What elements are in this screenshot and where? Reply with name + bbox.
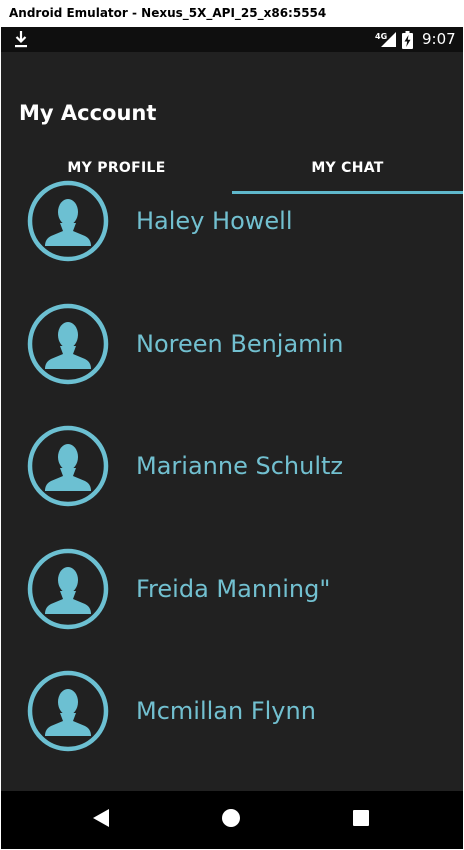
home-button[interactable] xyxy=(201,791,261,849)
home-icon xyxy=(221,808,241,833)
app-bar: My Account MY PROFILE MY CHAT xyxy=(1,52,463,194)
person-avatar-icon xyxy=(27,670,109,752)
status-bar: 4G 9:07 xyxy=(1,27,463,52)
recents-icon xyxy=(352,809,370,832)
list-item[interactable]: Mcmillan Flynn xyxy=(1,660,463,782)
person-avatar-icon xyxy=(27,303,109,385)
person-avatar-icon xyxy=(27,548,109,630)
list-item[interactable]: Freida Manning" xyxy=(1,538,463,660)
network-label: 4G xyxy=(375,32,387,41)
download-icon xyxy=(14,30,28,53)
status-time: 9:07 xyxy=(422,30,456,48)
person-avatar-icon xyxy=(27,180,109,262)
list-item[interactable]: Marianne Schultz xyxy=(1,415,463,537)
battery-charging-icon xyxy=(402,31,413,54)
page-title: My Account xyxy=(19,101,157,125)
recents-button[interactable] xyxy=(331,791,391,849)
emulator-window-title: Android Emulator - Nexus_5X_API_25_x86:5… xyxy=(0,0,464,27)
list-item[interactable]: Noreen Benjamin xyxy=(1,293,463,415)
contact-name: Noreen Benjamin xyxy=(136,330,344,358)
contact-name: Marianne Schultz xyxy=(136,452,343,480)
list-item[interactable]: Haley Howell xyxy=(1,170,463,292)
person-avatar-icon xyxy=(27,425,109,507)
contact-name: Haley Howell xyxy=(136,207,293,235)
contact-name: Freida Manning" xyxy=(136,575,331,603)
back-icon xyxy=(92,808,110,833)
back-button[interactable] xyxy=(71,791,131,849)
signal-icon: 4G xyxy=(375,31,397,53)
navigation-bar xyxy=(1,791,463,849)
contact-name: Mcmillan Flynn xyxy=(136,697,316,725)
device-screen: 4G 9:07 My Account MY PROFILE MY CHAT Ha… xyxy=(1,27,463,849)
